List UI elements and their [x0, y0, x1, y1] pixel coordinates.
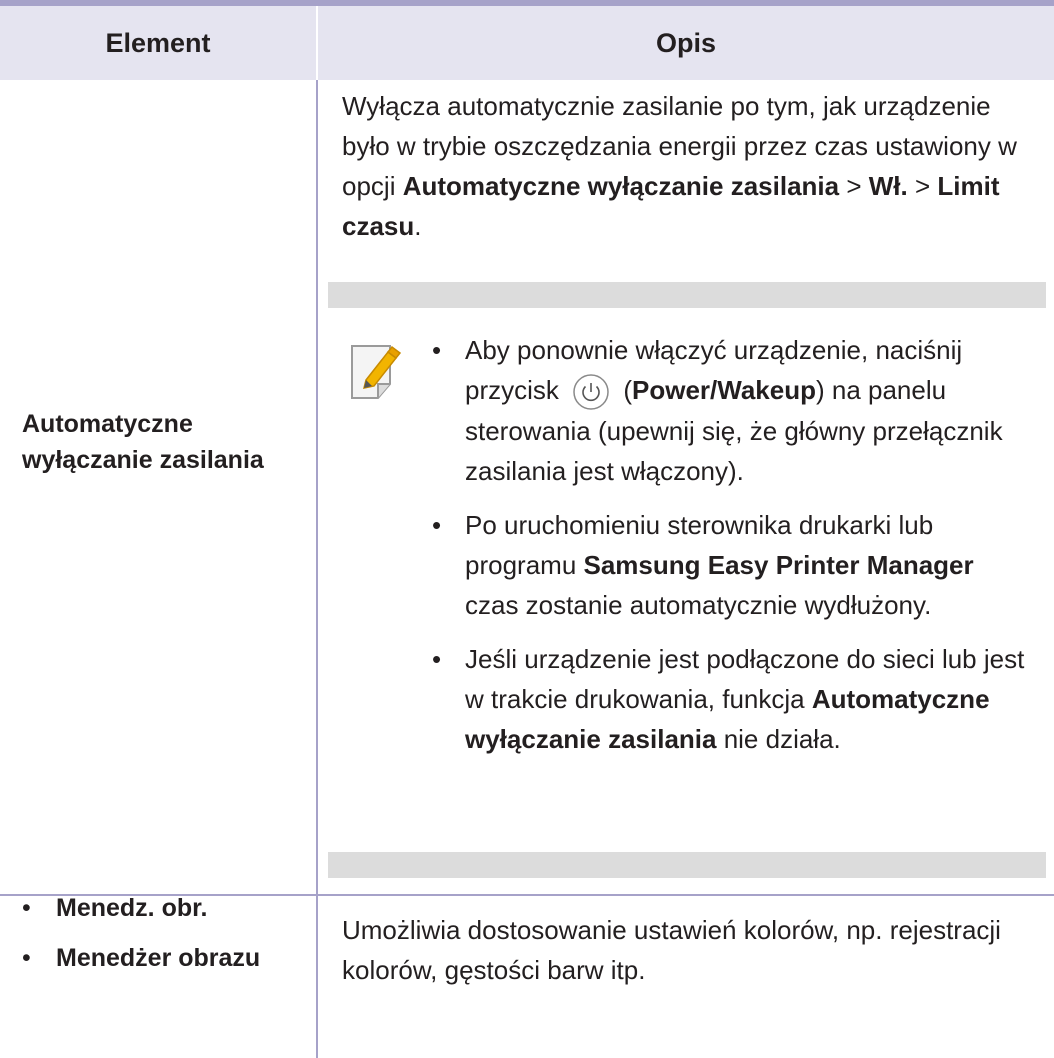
- list-item: Menedz. obr.: [22, 890, 302, 926]
- note-pencil-icon: [351, 345, 402, 399]
- header-description: Opis: [318, 6, 1054, 80]
- note-bar-bottom: [328, 852, 1046, 878]
- row-description-image-manager: Umożliwia dostosowanie ustawień kolorów,…: [342, 915, 1001, 985]
- column-divider: [316, 80, 318, 1058]
- note-bar-top: [328, 282, 1046, 308]
- note-bullet-list: Aby ponownie włączyć urządzenie, naciśni…: [432, 330, 1032, 773]
- row-label-auto-power-off: Automatyczne wyłączanie zasilania: [22, 410, 264, 474]
- row-description-auto-power-off: Wyłącza automatycznie zasilanie po tym, …: [342, 91, 1017, 241]
- note-bullet-1: Aby ponownie włączyć urządzenie, naciśni…: [432, 330, 1032, 491]
- note-bullet-2: Po uruchomieniu sterownika drukarki lub …: [432, 505, 1032, 625]
- list-item: Menedżer obrazu: [22, 940, 302, 976]
- note-bullet-3: Jeśli urządzenie jest podłączone do siec…: [432, 639, 1032, 759]
- note-box: Aby ponownie włączyć urządzenie, naciśni…: [328, 282, 1046, 878]
- header-element: Element: [0, 6, 316, 80]
- row-label-image-manager: Menedz. obr. Menedżer obrazu: [22, 890, 302, 990]
- power-icon: [573, 374, 609, 410]
